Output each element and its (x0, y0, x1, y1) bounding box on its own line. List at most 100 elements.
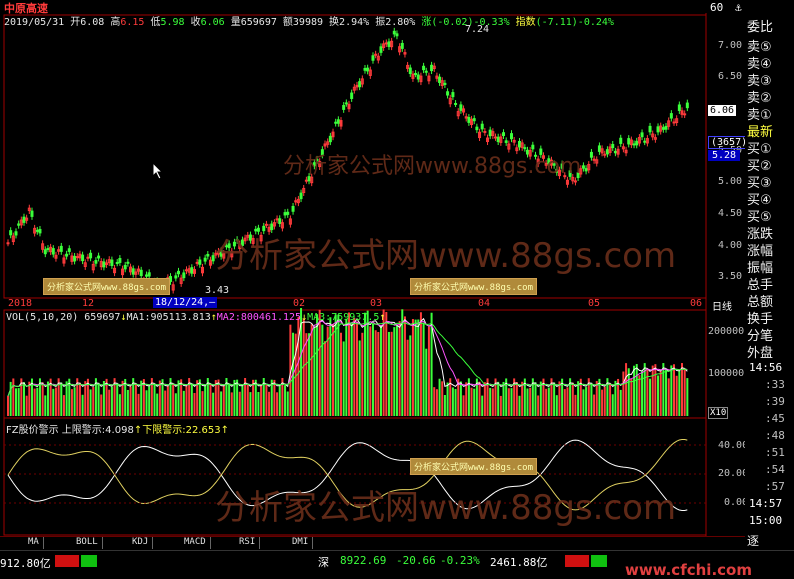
candle-body (656, 126, 660, 133)
volume-bar (395, 324, 398, 416)
candle-body (363, 67, 367, 71)
volume-bar (337, 314, 340, 416)
period-label[interactable]: 日线 (712, 298, 732, 313)
volume-bar (46, 381, 49, 416)
volume-bar (22, 382, 25, 416)
max-price-label: 7.24 (465, 24, 490, 35)
volume-bar (401, 309, 404, 416)
volume-bar (233, 379, 236, 416)
candle-body (685, 102, 689, 109)
tick-time-8: :57 (765, 480, 785, 493)
volume-bar (409, 335, 412, 416)
tick-time-10: 15:00 (749, 514, 783, 527)
candle-body (35, 229, 39, 232)
volume-title: VOL(5,10,20) (6, 312, 79, 323)
volume-bar (196, 380, 199, 416)
volume-bar (246, 384, 249, 416)
candle-body (454, 102, 458, 105)
volume-bar (641, 371, 644, 416)
volume-bar (638, 375, 641, 416)
candle-body (203, 257, 207, 262)
tab-macd[interactable]: MACD (180, 537, 211, 549)
volume-bar (137, 393, 140, 416)
tick-time-2: :33 (765, 378, 785, 391)
candle-body (494, 136, 498, 139)
sidebar-item-weibi[interactable]: 委比 (747, 16, 773, 35)
volume-bar (369, 326, 372, 416)
volume-bar (265, 384, 268, 416)
candle-body (86, 256, 90, 259)
tab-kdj[interactable]: KDJ (128, 537, 154, 549)
candle-body (6, 242, 10, 245)
candle-body (184, 269, 188, 272)
volume-bar (425, 348, 428, 416)
candle-body (65, 253, 69, 257)
volume-bar (7, 396, 9, 416)
volume-bar (305, 333, 308, 416)
tab-rsi[interactable]: RSI (235, 537, 261, 549)
candle-body (147, 272, 151, 277)
volume-bar (308, 333, 311, 416)
volume-bar (414, 319, 417, 416)
volume-bar (481, 395, 484, 416)
volume-bar (97, 382, 100, 416)
candle-body (344, 102, 348, 105)
candle-body (195, 261, 199, 264)
indicator-title: FZ股价警示 (6, 425, 59, 436)
volume-bar (84, 381, 87, 416)
volume-bar (164, 390, 167, 416)
upper-value: 4.098 (105, 425, 134, 436)
sidebar-footer[interactable]: 逐 (747, 532, 759, 549)
sidebar-item-outer[interactable]: 外盘 (747, 342, 773, 361)
candle-body (581, 165, 585, 169)
volume-bar (609, 383, 612, 416)
candle-body (206, 253, 210, 257)
ma1-value: 905113.813 (150, 312, 211, 323)
time-label-2018: 2018 (8, 298, 33, 309)
volume-bar (297, 317, 300, 416)
volume-bar (459, 381, 462, 416)
price-axis-label-700: 7.00 (718, 40, 743, 51)
volume-bar (454, 388, 457, 416)
volume-header: VOL(5,10,20) 659697↓MA1:905113.813↑MA2:8… (6, 312, 386, 323)
candle-body (387, 41, 391, 47)
candle-body (510, 133, 514, 140)
volume-bar (433, 387, 436, 416)
tick-time-4: :45 (765, 412, 785, 425)
volume-current: 659697 (84, 312, 121, 323)
volume-bar (582, 389, 585, 416)
tab-ma[interactable]: MA (24, 537, 44, 549)
tab-boll[interactable]: BOLL (72, 537, 103, 549)
volume-bar (686, 378, 689, 416)
candle-body (467, 117, 471, 123)
volume-bar (212, 392, 215, 416)
candle-body (198, 259, 202, 265)
volume-bar (190, 383, 193, 416)
volume-bar (36, 387, 39, 416)
volume-bar (403, 316, 406, 416)
volume-bar (204, 385, 207, 416)
volume-bar (286, 391, 289, 416)
candle-body (110, 259, 114, 267)
candle-body (291, 205, 295, 212)
volume-bar (683, 368, 686, 416)
watermark-top: 分析家公式网www.88gs.com (283, 154, 582, 179)
volume-bar (371, 323, 374, 416)
time-label-06: 06 (690, 298, 703, 309)
volume-bar (332, 324, 335, 416)
volume-bar (276, 392, 279, 416)
tick-time-3: :39 (765, 395, 785, 408)
volume-bar (182, 390, 185, 416)
volume-bar (201, 391, 204, 416)
market-breadth-bar-right (565, 555, 607, 567)
candle-body (613, 150, 617, 154)
candle-body (669, 113, 673, 119)
volume-bar (193, 392, 196, 416)
volume-bar (126, 389, 129, 416)
volume-bar (443, 395, 446, 416)
volume-bar (563, 389, 566, 416)
volume-bar (566, 387, 569, 416)
candle-body (278, 218, 282, 224)
tab-dmi[interactable]: DMI (288, 537, 314, 549)
volume-bar (635, 364, 638, 416)
